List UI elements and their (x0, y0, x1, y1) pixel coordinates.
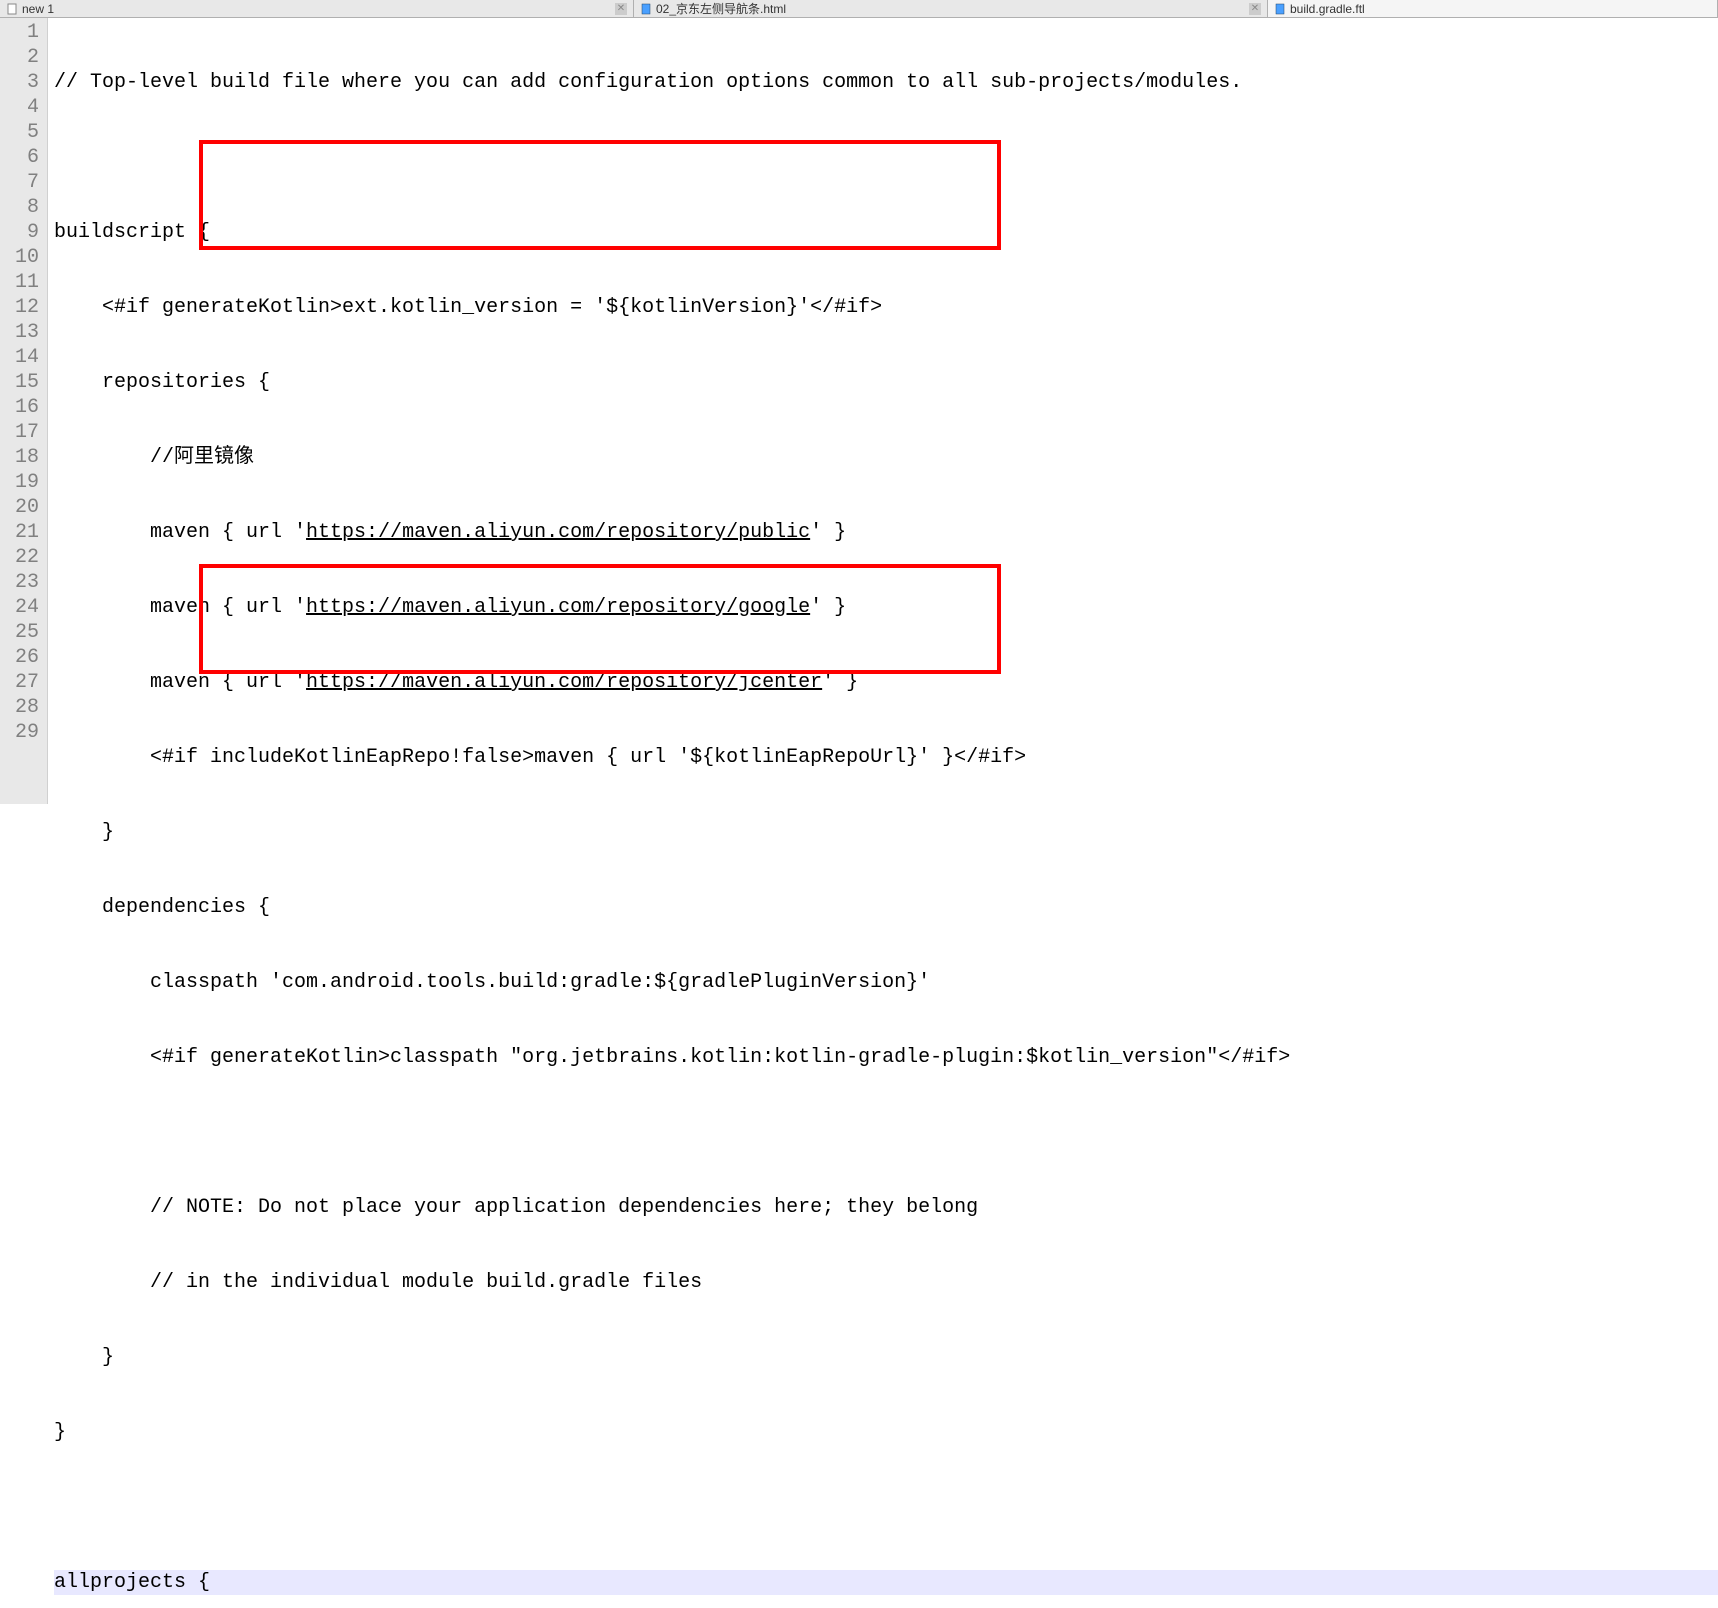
line-number: 24 (0, 595, 47, 620)
line-number: 14 (0, 345, 47, 370)
code-line: <#if generateKotlin>classpath "org.jetbr… (54, 1045, 1718, 1070)
url-link[interactable]: https://maven.aliyun.com/repository/jcen… (306, 671, 822, 694)
url-link[interactable]: https://maven.aliyun.com/repository/publ… (306, 521, 810, 544)
close-icon[interactable]: ✕ (1249, 3, 1261, 15)
line-number: 16 (0, 395, 47, 420)
line-number: 9 (0, 220, 47, 245)
tab-label: build.gradle.ftl (1290, 2, 1365, 16)
code-line: maven { url 'https://maven.aliyun.com/re… (54, 670, 1718, 695)
line-number: 8 (0, 195, 47, 220)
url-link[interactable]: https://maven.aliyun.com/repository/goog… (306, 596, 810, 619)
line-number: 7 (0, 170, 47, 195)
tab-html-file[interactable]: 02_京东左侧导航条.html ✕ (634, 0, 1268, 17)
line-number: 15 (0, 370, 47, 395)
code-line (54, 145, 1718, 170)
close-icon[interactable]: ✕ (615, 3, 627, 15)
code-line: //阿里镜像 (54, 445, 1718, 470)
line-number: 21 (0, 520, 47, 545)
editor-area: 1234567891011121314151617181920212223242… (0, 18, 1718, 804)
code-line-active: allprojects { (54, 1570, 1718, 1595)
line-number: 18 (0, 445, 47, 470)
line-number-gutter: 1234567891011121314151617181920212223242… (0, 18, 48, 804)
line-number: 22 (0, 545, 47, 570)
line-number: 13 (0, 320, 47, 345)
code-line: maven { url 'https://maven.aliyun.com/re… (54, 595, 1718, 620)
line-number: 4 (0, 95, 47, 120)
tab-new-1[interactable]: new 1 ✕ (0, 0, 634, 17)
line-number: 11 (0, 270, 47, 295)
code-line (54, 1495, 1718, 1520)
line-number: 5 (0, 120, 47, 145)
line-number: 26 (0, 645, 47, 670)
tab-build-gradle-ftl[interactable]: build.gradle.ftl (1268, 0, 1718, 17)
line-number: 27 (0, 670, 47, 695)
line-number: 29 (0, 720, 47, 745)
line-number: 6 (0, 145, 47, 170)
code-line: maven { url 'https://maven.aliyun.com/re… (54, 520, 1718, 545)
code-line: repositories { (54, 370, 1718, 395)
tab-label: 02_京东左侧导航条.html (656, 0, 786, 17)
line-number: 28 (0, 695, 47, 720)
code-line (54, 1120, 1718, 1145)
code-line: classpath 'com.android.tools.build:gradl… (54, 970, 1718, 995)
code-line: // NOTE: Do not place your application d… (54, 1195, 1718, 1220)
code-line: <#if generateKotlin>ext.kotlin_version =… (54, 295, 1718, 320)
line-number: 17 (0, 420, 47, 445)
line-number: 3 (0, 70, 47, 95)
code-line: buildscript { (54, 220, 1718, 245)
code-line: <#if includeKotlinEapRepo!false>maven { … (54, 745, 1718, 770)
code-line: dependencies { (54, 895, 1718, 920)
tab-label: new 1 (22, 2, 54, 16)
line-number: 1 (0, 20, 47, 45)
code-line: // in the individual module build.gradle… (54, 1270, 1718, 1295)
line-number: 2 (0, 45, 47, 70)
code-line: } (54, 820, 1718, 845)
code-line: // Top-level build file where you can ad… (54, 70, 1718, 95)
line-number: 19 (0, 470, 47, 495)
file-icon (640, 3, 652, 15)
code-line: } (54, 1345, 1718, 1370)
line-number: 20 (0, 495, 47, 520)
tab-bar: new 1 ✕ 02_京东左侧导航条.html ✕ build.gradle.f… (0, 0, 1718, 18)
line-number: 10 (0, 245, 47, 270)
file-icon (1274, 3, 1286, 15)
line-number: 25 (0, 620, 47, 645)
code-line: } (54, 1420, 1718, 1445)
code-area[interactable]: // Top-level build file where you can ad… (48, 18, 1718, 804)
line-number: 23 (0, 570, 47, 595)
file-icon (6, 3, 18, 15)
line-number: 12 (0, 295, 47, 320)
